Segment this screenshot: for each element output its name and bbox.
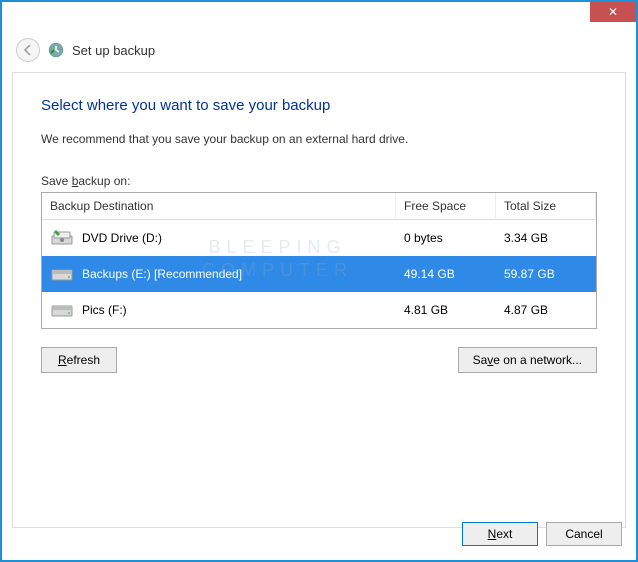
backup-icon (48, 42, 64, 58)
column-free-space[interactable]: Free Space (396, 193, 496, 219)
hard-drive-icon (50, 264, 74, 284)
cancel-button[interactable]: Cancel (546, 522, 622, 546)
cell-total-size: 59.87 GB (496, 267, 596, 281)
table-row[interactable]: DVD Drive (D:) 0 bytes3.34 GB (42, 220, 596, 256)
page-heading: Select where you want to save your backu… (41, 97, 597, 114)
column-destination[interactable]: Backup Destination (42, 193, 396, 219)
dialog-footer: Next Cancel (462, 522, 622, 546)
table-row[interactable]: Backups (E:) [Recommended] 49.14 GB59.87 … (42, 256, 596, 292)
save-backup-label: Save backup on: (41, 174, 597, 188)
cell-total-size: 4.87 GB (496, 303, 596, 317)
column-total-size[interactable]: Total Size (496, 193, 596, 219)
header: Set up backup (2, 30, 636, 72)
titlebar: ✕ (2, 2, 636, 30)
table-row[interactable]: Pics (F:) 4.81 GB4.87 GB (42, 292, 596, 328)
drive-table: Backup Destination Free Space Total Size… (41, 192, 597, 329)
cell-free-space: 4.81 GB (396, 303, 496, 317)
drive-name: Pics (F:) (82, 303, 127, 317)
refresh-button[interactable]: Refresh (41, 347, 117, 373)
back-button[interactable] (16, 38, 40, 62)
dialog-window: ✕ Set up backup Select where you want to… (0, 0, 638, 562)
next-button[interactable]: Next (462, 522, 538, 546)
drive-name: Backups (E:) [Recommended] (82, 267, 242, 281)
close-icon: ✕ (608, 5, 618, 19)
drive-name: DVD Drive (D:) (82, 231, 162, 245)
table-header: Backup Destination Free Space Total Size (42, 193, 596, 220)
button-row: Refresh Save on a network... (41, 347, 597, 373)
dvd-drive-icon (50, 228, 74, 248)
cell-free-space: 49.14 GB (396, 267, 496, 281)
header-title: Set up backup (72, 43, 155, 58)
back-arrow-icon (22, 44, 34, 56)
cell-total-size: 3.34 GB (496, 231, 596, 245)
cell-destination: Pics (F:) (42, 300, 396, 320)
cell-destination: Backups (E:) [Recommended] (42, 264, 396, 284)
save-network-button[interactable]: Save on a network... (458, 347, 597, 373)
cell-free-space: 0 bytes (396, 231, 496, 245)
close-button[interactable]: ✕ (590, 2, 636, 22)
recommendation-text: We recommend that you save your backup o… (41, 132, 597, 146)
hard-drive-icon (50, 300, 74, 320)
content-frame: Select where you want to save your backu… (12, 72, 626, 528)
cell-destination: DVD Drive (D:) (42, 228, 396, 248)
